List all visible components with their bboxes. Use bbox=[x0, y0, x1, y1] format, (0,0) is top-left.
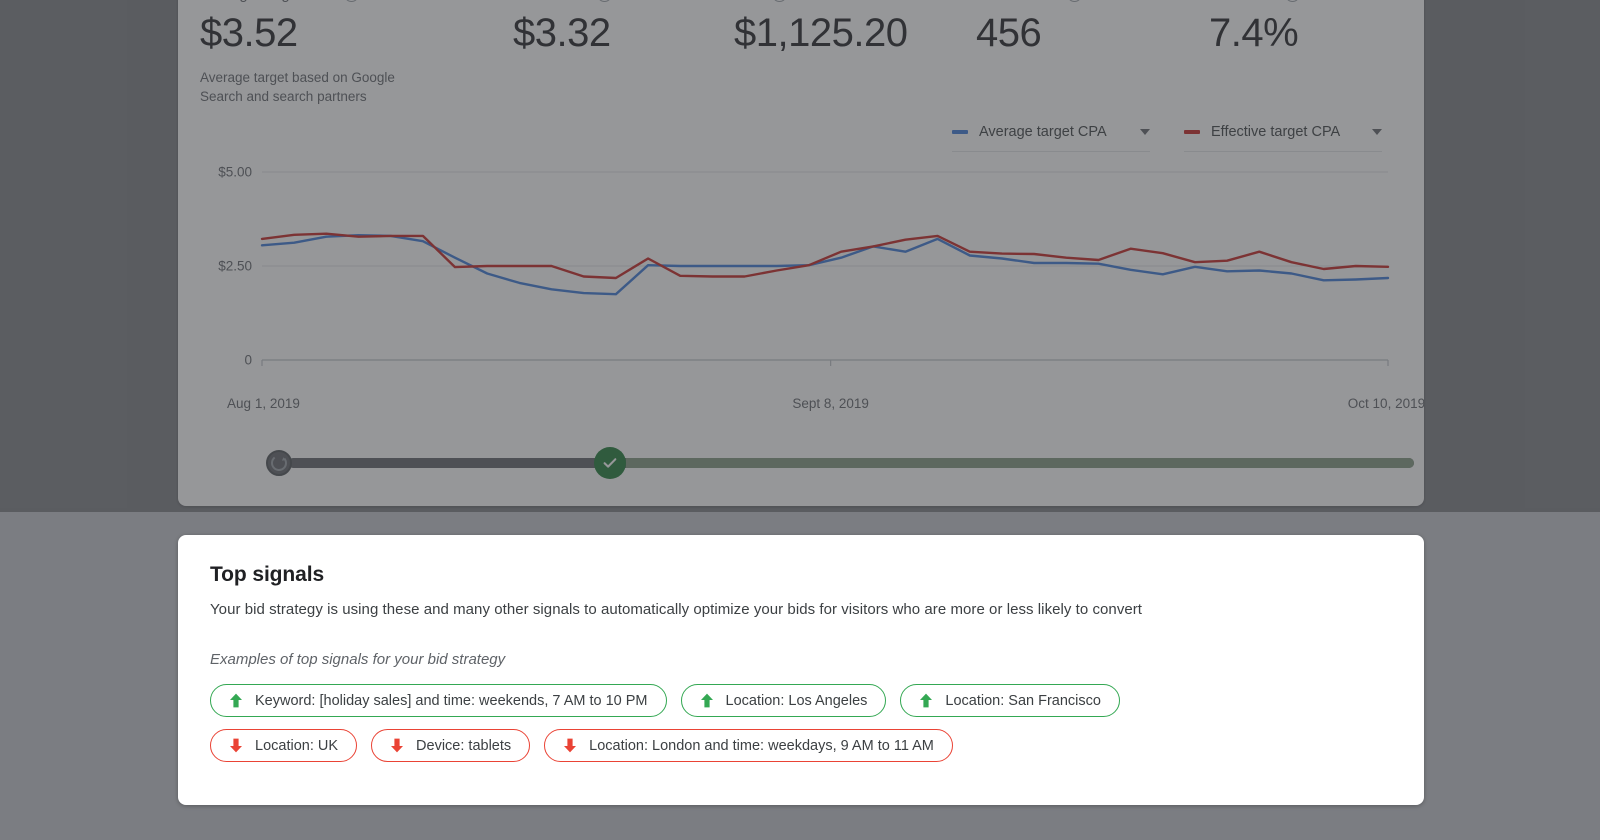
page-root: Average Target CPA ? $3.52 Average targe… bbox=[0, 0, 1600, 840]
chevron-down-icon[interactable] bbox=[1372, 129, 1382, 135]
arrow-up-icon bbox=[230, 693, 242, 708]
metric-header: Conv. rate ? bbox=[1209, 0, 1301, 3]
page-title: Top signals bbox=[210, 563, 325, 586]
signal-chip-label: Keyword: [holiday sales] and time: weeke… bbox=[255, 692, 648, 709]
signal-chip[interactable]: Device: tablets bbox=[371, 729, 531, 762]
metric-value: $3.32 bbox=[513, 11, 611, 55]
bid-strategy-status-bar[interactable] bbox=[266, 446, 1414, 480]
help-circle-icon[interactable]: ? bbox=[772, 0, 788, 2]
x-axis-tick-label: Oct 10, 2019 bbox=[1347, 396, 1424, 411]
metric-cost: Cost ? $1,125.20 bbox=[734, 0, 908, 56]
metric-label: Actual CPA bbox=[513, 0, 590, 3]
metric-value: 7.4% bbox=[1209, 11, 1299, 55]
chevron-down-icon[interactable] bbox=[1140, 129, 1150, 135]
top-signals-card: Top signals Your bid strategy is using t… bbox=[178, 535, 1424, 805]
metric-header: Actual CPA ? bbox=[513, 0, 612, 3]
metric-conv-rate: Conv. rate ? 7.4% bbox=[1209, 0, 1301, 56]
signal-chip[interactable]: Location: UK bbox=[210, 729, 358, 762]
legend-label: Average target CPA bbox=[979, 124, 1107, 140]
metric-conversions: Conversions ? 456 bbox=[976, 0, 1083, 56]
signal-chip-row: Location: UK Device: tablets Location: Lon… bbox=[210, 729, 1392, 762]
signal-chip-row: Keyword: [holiday sales] and time: weeke… bbox=[210, 684, 1392, 717]
metric-header: Average Target CPA ? bbox=[200, 0, 395, 3]
check-circle-icon[interactable] bbox=[594, 447, 627, 479]
x-axis-tick-label: Aug 1, 2019 bbox=[227, 396, 300, 411]
metric-value: 456 bbox=[976, 11, 1042, 55]
signal-chip[interactable]: Location: Los Angeles bbox=[680, 684, 887, 717]
signal-chip-label: Location: San Francisco bbox=[945, 692, 1101, 709]
arrow-up-icon bbox=[700, 693, 713, 708]
cpa-line-chart[interactable]: 0 $2.50 $5.00 Aug 1, 2019 Sept 8, 2019 Oct 1… bbox=[200, 164, 1424, 412]
metric-label: Average Target CPA bbox=[200, 0, 337, 3]
chart-canvas bbox=[260, 171, 1390, 366]
signal-chip-label: Location: Los Angeles bbox=[725, 692, 868, 709]
bid-strategy-performance-card: Average Target CPA ? $3.52 Average targe… bbox=[178, 0, 1424, 506]
check-glyph bbox=[603, 458, 617, 468]
legend-item-effective-target-cpa[interactable]: Effective target CPA bbox=[1184, 124, 1382, 152]
signals-description: Your bid strategy is using these and man… bbox=[210, 601, 1143, 618]
help-circle-icon[interactable]: ? bbox=[596, 0, 612, 2]
signal-chip[interactable]: Keyword: [holiday sales] and time: weeke… bbox=[210, 684, 667, 717]
arrow-down-icon bbox=[230, 738, 242, 753]
metric-value: $1,125.20 bbox=[734, 11, 908, 55]
status-bar-fill bbox=[625, 458, 1414, 468]
arrow-up-icon bbox=[920, 693, 933, 708]
help-circle-icon[interactable]: ? bbox=[1285, 0, 1301, 2]
metric-actual-cpa: Actual CPA ? $3.32 bbox=[513, 0, 612, 56]
metric-value: $3.52 bbox=[200, 11, 298, 55]
signal-chip[interactable]: Location: London and time: weekdays, 9 A… bbox=[544, 729, 953, 762]
chart-legend: Average target CPA Effective target CPA bbox=[952, 124, 1382, 152]
signal-chip-label: Device: tablets bbox=[416, 737, 512, 754]
signal-chip-label: Location: UK bbox=[255, 737, 339, 754]
y-axis-tick-label: 0 bbox=[244, 352, 252, 368]
metric-label: Cost bbox=[734, 0, 765, 3]
help-circle-icon[interactable]: ? bbox=[343, 0, 359, 2]
arrow-down-icon bbox=[564, 738, 577, 753]
signals-subheading: Examples of top signals for your bid str… bbox=[210, 651, 506, 668]
metric-subtext: Average target based on Google Search an… bbox=[200, 70, 395, 104]
metric-label: Conversions bbox=[976, 0, 1060, 3]
signal-chip-list: Keyword: [holiday sales] and time: weeke… bbox=[210, 684, 1392, 762]
learning-status-icon[interactable] bbox=[266, 450, 292, 476]
status-bar-track bbox=[288, 458, 1414, 468]
signal-chip[interactable]: Location: San Francisco bbox=[900, 684, 1120, 717]
y-axis-tick-label: $5.00 bbox=[218, 164, 252, 180]
y-axis-tick-label: $2.50 bbox=[218, 258, 252, 274]
metric-header: Conversions ? bbox=[976, 0, 1083, 3]
legend-swatch bbox=[1184, 130, 1200, 134]
metric-average-target-cpa: Average Target CPA ? $3.52 Average targe… bbox=[200, 0, 395, 106]
legend-label: Effective target CPA bbox=[1211, 124, 1341, 140]
x-axis-tick-label: Sept 8, 2019 bbox=[792, 396, 869, 411]
legend-swatch bbox=[952, 130, 968, 134]
signal-chip-label: Location: London and time: weekdays, 9 A… bbox=[589, 737, 934, 754]
help-circle-icon[interactable]: ? bbox=[1067, 0, 1083, 2]
legend-item-average-target-cpa[interactable]: Average target CPA bbox=[952, 124, 1150, 152]
metric-label: Conv. rate bbox=[1209, 0, 1278, 3]
arrow-down-icon bbox=[391, 738, 404, 753]
metric-header: Cost ? bbox=[734, 0, 907, 3]
